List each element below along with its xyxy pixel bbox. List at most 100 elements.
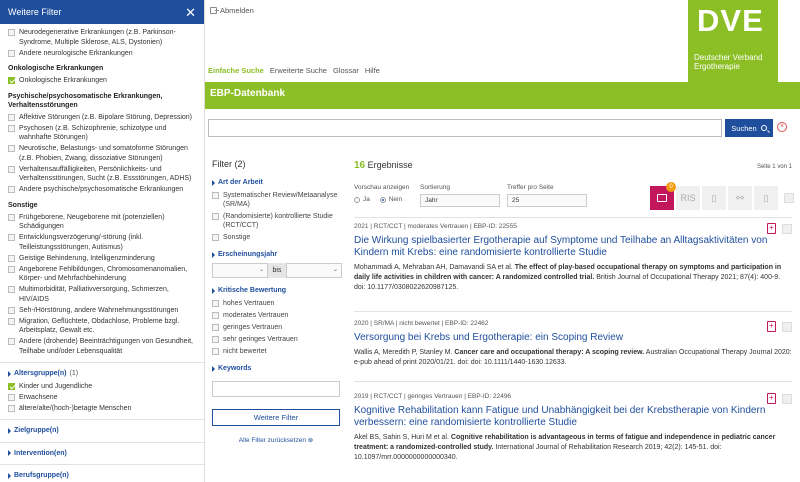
bookmark-add-icon[interactable] [767, 321, 776, 332]
bookmark-add-icon[interactable] [767, 223, 776, 234]
checkbox[interactable] [8, 286, 15, 293]
checkbox[interactable] [212, 336, 219, 343]
checkbox[interactable] [8, 317, 15, 325]
section-toggle-jahr[interactable]: Erscheinungsjahr [212, 250, 342, 259]
clear-search-icon[interactable]: × [777, 122, 787, 132]
search-button[interactable]: Suchen [725, 119, 773, 137]
checkbox[interactable] [8, 29, 15, 36]
checkbox-item[interactable]: Kinder und Jugendliche [8, 382, 196, 392]
checkbox-item[interactable]: nicht bewertet [212, 347, 342, 356]
checkbox-item[interactable]: Systematischer Review/Metaanalyse (SR/MA… [212, 191, 342, 209]
checkbox[interactable] [212, 213, 219, 220]
checkbox-checked[interactable] [8, 77, 15, 84]
group-heading: Onkologische Erkrankungen [8, 65, 104, 72]
checkbox-item[interactable]: geringes Vertrauen [212, 323, 342, 332]
sort-select[interactable]: Jahr [420, 194, 500, 207]
checkbox[interactable] [8, 404, 15, 412]
checkbox[interactable] [8, 306, 15, 314]
checkbox[interactable] [8, 338, 15, 345]
tab-erweiterte-suche[interactable]: Erweiterte Suche [270, 66, 327, 75]
export-ris-button[interactable]: RIS [676, 186, 700, 210]
export-list-button[interactable]: 0 [650, 182, 676, 210]
checkbox-checked[interactable] [8, 382, 15, 390]
more-filters-button[interactable]: Weitere Filter [212, 409, 340, 426]
checkbox[interactable] [8, 393, 15, 401]
select-all-checkbox[interactable] [784, 193, 794, 203]
section-toggle-keywords[interactable]: Keywords [212, 364, 342, 373]
checkbox[interactable] [8, 186, 15, 193]
checkbox[interactable] [8, 265, 15, 273]
tab-einfache-suche[interactable]: Einfache Suche [208, 66, 264, 75]
checkbox[interactable] [212, 234, 219, 241]
checkbox[interactable] [212, 324, 219, 331]
year-from-select[interactable]: ⌄ [212, 263, 268, 278]
checkbox[interactable] [8, 234, 15, 241]
checkbox-item[interactable]: Sonstige [212, 233, 342, 242]
checkbox-item[interactable]: sehr geringes Vertrauen [212, 335, 342, 344]
checkbox[interactable] [8, 49, 15, 57]
checkbox-item[interactable]: Migration, Geflüchtete, Obdachlose, Prob… [8, 317, 196, 336]
logout-link[interactable]: Abmelden [210, 6, 254, 15]
checkbox-item[interactable]: Neurodegenerative Erkrankungen (z.B. Par… [8, 28, 196, 47]
per-page-select[interactable]: 25 [507, 194, 587, 207]
checkbox-item[interactable]: Andere neurologische Erkrankungen [8, 49, 196, 59]
tab-glossar[interactable]: Glossar [333, 66, 359, 75]
preview-no-radio[interactable]: Nein [379, 196, 402, 203]
checkbox-item[interactable]: Psychosen (z.B. Schizophrenie, schizotyp… [8, 124, 196, 143]
result-checkbox[interactable] [782, 224, 792, 234]
checkbox-item[interactable]: Angeborene Fehlbildungen, Chromosomenano… [8, 265, 196, 284]
keywords-input[interactable] [212, 381, 340, 397]
checkbox-item[interactable]: Entwicklungsverzögerung/-störung (inkl. … [8, 233, 196, 252]
section-toggle-berufsgruppe[interactable]: Berufsgruppe(n) [8, 471, 196, 481]
radio-dot-selected[interactable] [379, 196, 386, 203]
checkbox[interactable] [8, 124, 15, 132]
result-title-link[interactable]: Kognitive Rehabilitation kann Fatigue un… [354, 405, 792, 429]
checkbox[interactable] [8, 145, 15, 152]
dve-logo[interactable]: DVE Deutscher Verband Ergotherapie [688, 0, 778, 85]
section-toggle-altersgruppe[interactable]: Altersgruppe(n) (1) [8, 369, 196, 379]
result-checkbox[interactable] [782, 322, 792, 332]
section-toggle-kritisch[interactable]: Kritische Bewertung [212, 286, 342, 295]
checkbox-item[interactable]: Verhaltensauffälligkeiten, Persönlichkei… [8, 165, 196, 184]
checkbox-item[interactable]: ältere/alte/(hoch-)betagte Menschen [8, 404, 196, 414]
export-link-button[interactable]: ⚯ [728, 186, 752, 210]
checkbox-item[interactable]: Neurotische, Belastungs- und somatoforme… [8, 144, 196, 163]
checkbox-item[interactable]: Multimorbidität, Palliativversorgung, Sc… [8, 285, 196, 304]
checkbox-item[interactable]: moderates Vertrauen [212, 311, 342, 320]
checkbox-item[interactable]: Frühgeborene, Neugeborene mit (potenziel… [8, 213, 196, 232]
search-input[interactable] [208, 119, 722, 137]
section-toggle-intervention[interactable]: Intervention(en) [8, 449, 196, 459]
checkbox[interactable] [8, 254, 15, 262]
tab-hilfe[interactable]: Hilfe [365, 66, 380, 75]
checkbox-item[interactable]: Onkologische Erkrankungen [8, 76, 196, 86]
section-toggle-art[interactable]: Art der Arbeit [212, 178, 342, 187]
checkbox[interactable] [8, 113, 15, 121]
checkbox-item[interactable]: Affektive Störungen (z.B. Bipolare Störu… [8, 113, 196, 123]
export-pdf-button[interactable]: ▯ [754, 186, 778, 210]
close-icon[interactable]: ✕ [185, 6, 196, 19]
checkbox-item[interactable]: Andere (drohende) Beeinträchtigungen von… [8, 337, 196, 356]
checkbox[interactable] [212, 348, 219, 355]
result-title-link[interactable]: Versorgung bei Krebs und Ergotherapie: e… [354, 332, 792, 344]
section-toggle-zielgruppe[interactable]: Zielgruppe(n) [8, 426, 196, 436]
preview-yes-radio[interactable]: Ja [354, 196, 370, 203]
result-title-link[interactable]: Die Wirkung spielbasierter Ergotherapie … [354, 235, 792, 259]
checkbox[interactable] [8, 165, 15, 173]
checkbox-item[interactable]: hohes Vertrauen [212, 299, 342, 308]
checkbox-item[interactable]: (Randomisierte) kontrollierte Studie (RC… [212, 212, 342, 230]
result-checkbox[interactable] [782, 394, 792, 404]
checkbox-item[interactable]: Andere psychische/psychosomatische Erkra… [8, 185, 196, 195]
checkbox[interactable] [8, 213, 15, 221]
checkbox[interactable] [212, 192, 219, 199]
filter-title: Filter (2) [212, 159, 246, 169]
radio-dot[interactable] [354, 196, 360, 203]
year-to-select[interactable]: ⌄ [286, 263, 342, 278]
checkbox[interactable] [212, 300, 219, 307]
bookmark-add-icon[interactable] [767, 393, 776, 404]
checkbox[interactable] [212, 312, 219, 319]
export-document-button[interactable]: ▯ [702, 186, 726, 210]
checkbox-item[interactable]: Geistige Behinderung, Intelligenzminderu… [8, 254, 196, 264]
checkbox-item[interactable]: Erwachsene [8, 393, 196, 403]
reset-filters-link[interactable]: Alle Filter zurücksetzen ⊗ [212, 436, 340, 445]
checkbox-item[interactable]: Seh-/Hörstörung, andere Wahrnehmungsstör… [8, 306, 196, 316]
